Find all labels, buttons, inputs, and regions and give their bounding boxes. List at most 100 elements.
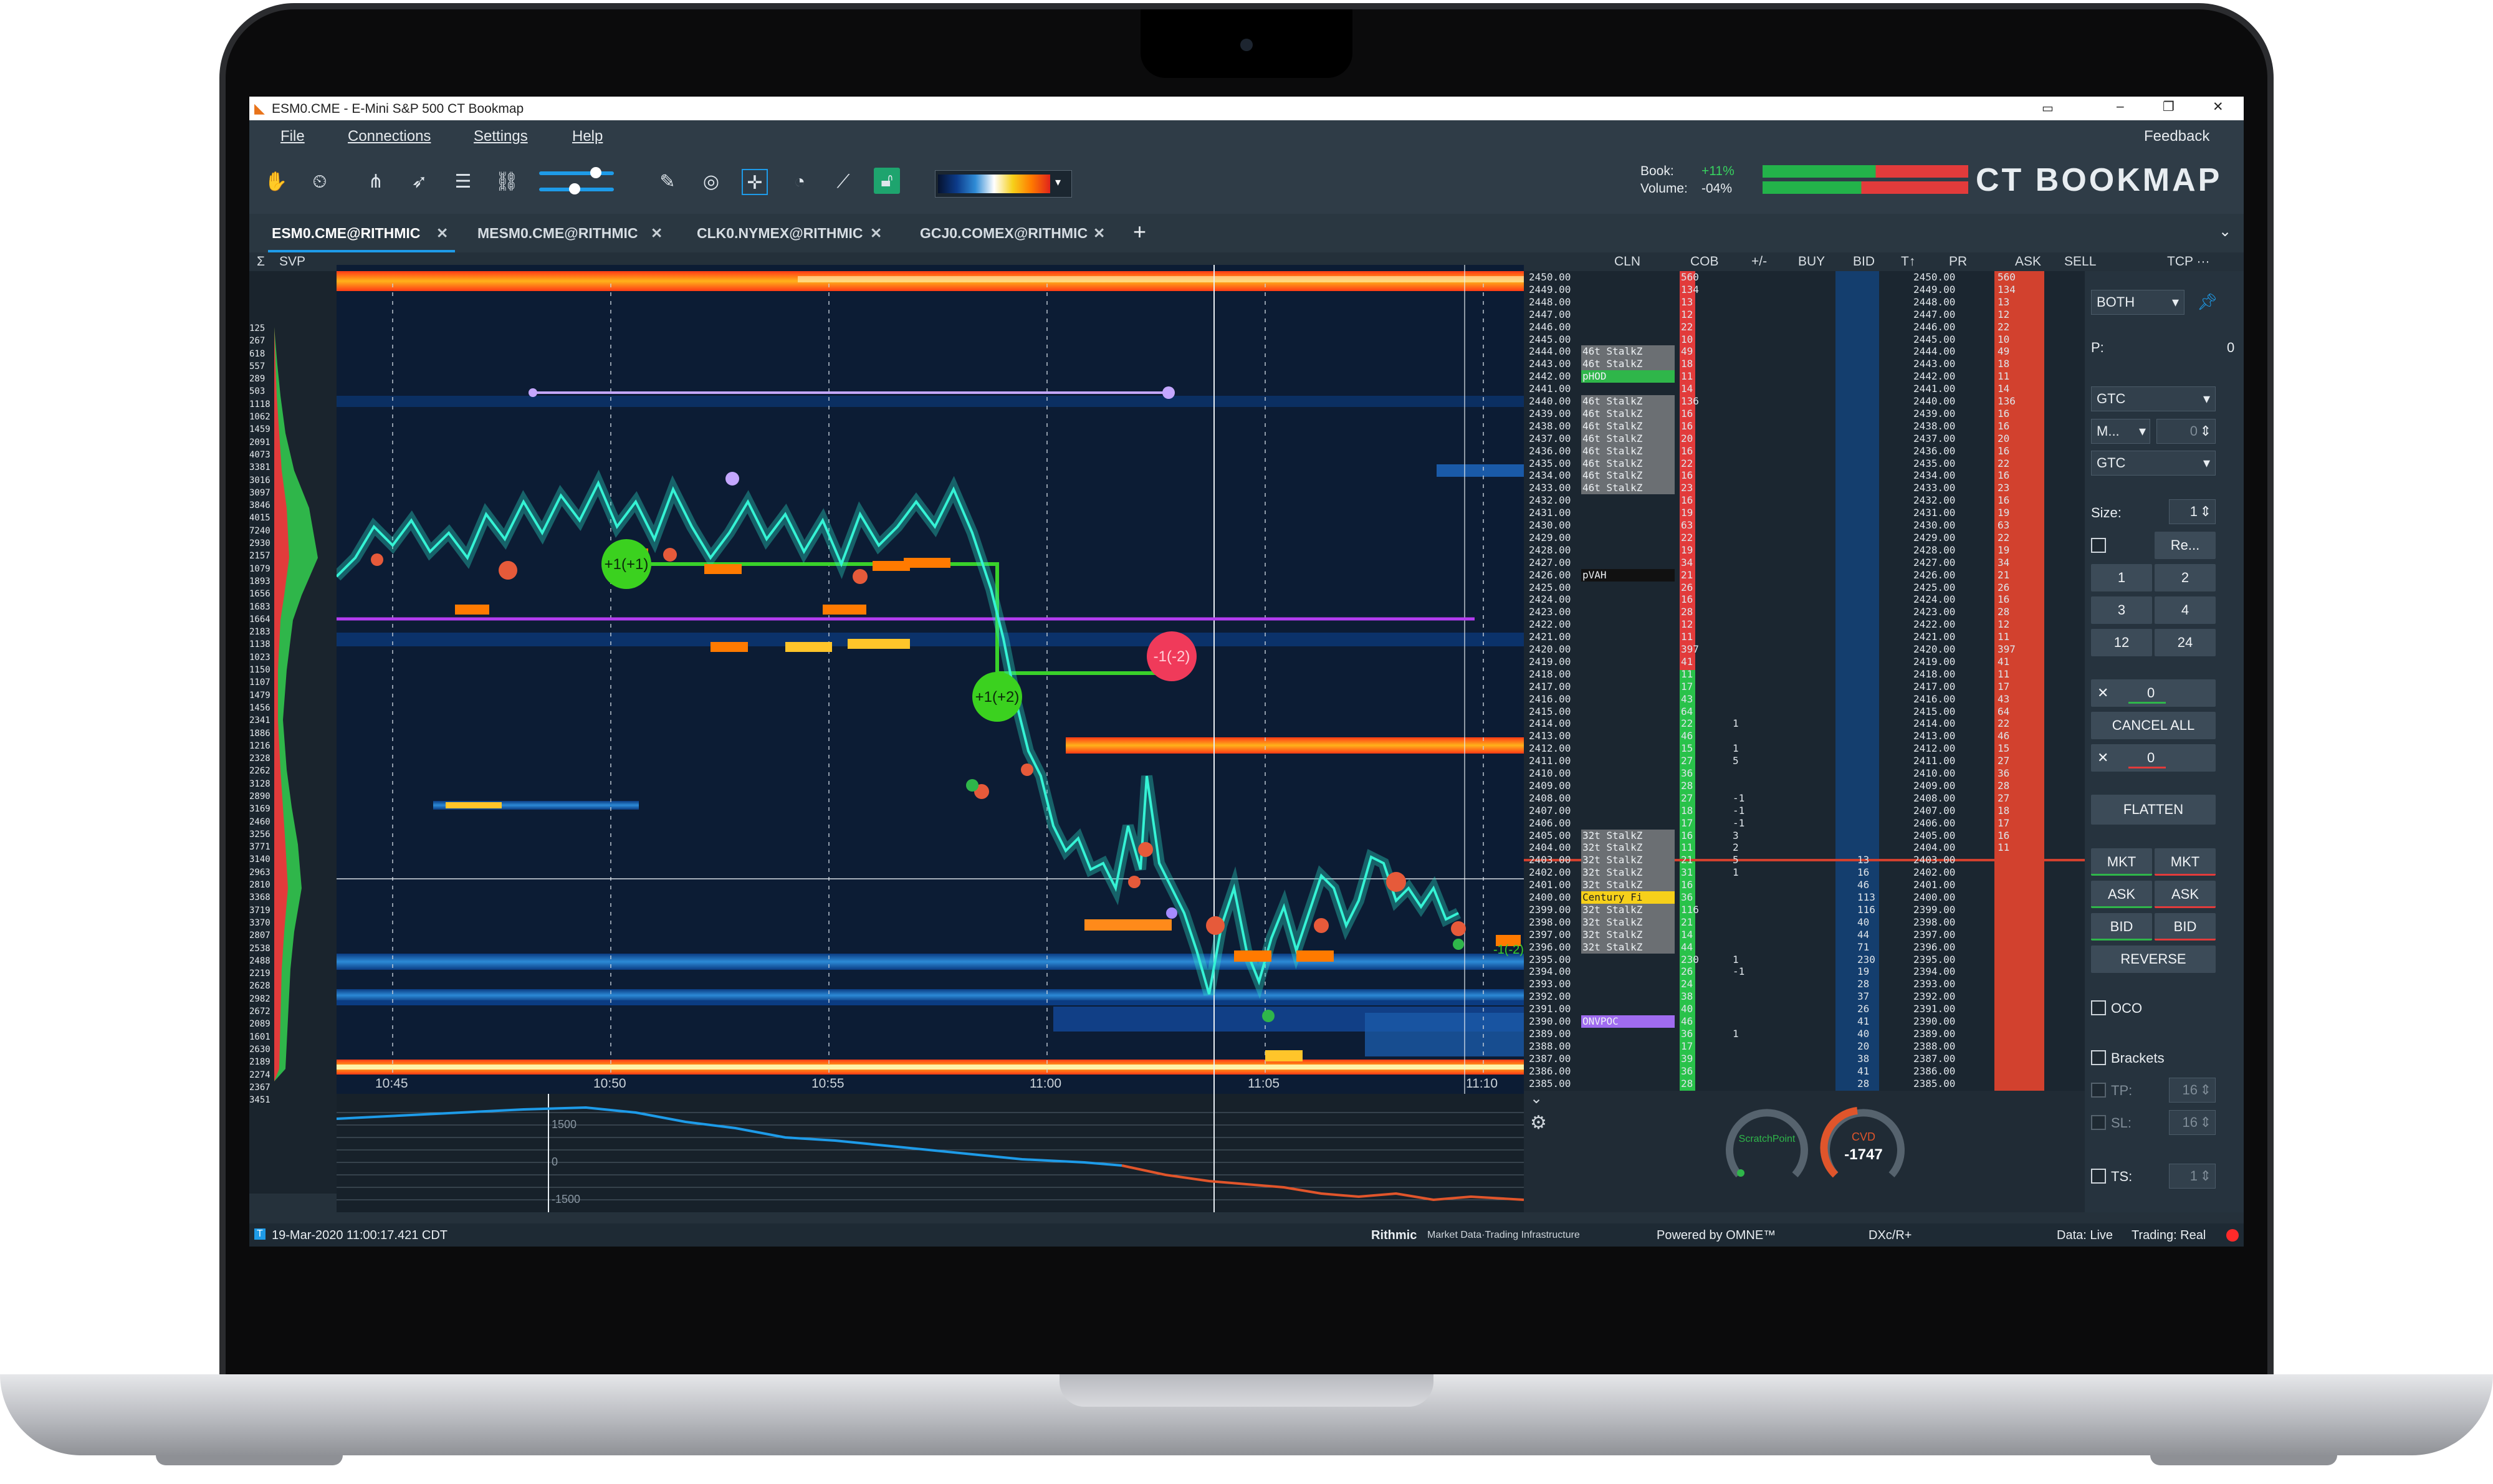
ladder-row[interactable]: 2385.00 28 28 2385.00	[1524, 1078, 2085, 1090]
ladder-row[interactable]: 2437.00 46t StalkZ 20 2437.00 20	[1524, 432, 2085, 445]
price-ladder[interactable]: 2450.00 560 2450.00 560 2449.00 134 2449.00 134…	[1524, 271, 2085, 1091]
tp-checkbox[interactable]	[2091, 1083, 2106, 1098]
close-icon[interactable]: ✕	[651, 214, 663, 252]
ladder-row[interactable]: 2410.00 36 2410.00 36	[1524, 767, 2085, 780]
ladder-row[interactable]: 2420.00 397 2420.00 397	[1524, 643, 2085, 656]
pencil-icon[interactable]: ✎	[654, 169, 681, 195]
add-tab-button[interactable]: +	[1133, 219, 1146, 245]
ladder-row[interactable]: 2417.00 17 2417.00 17	[1524, 681, 2085, 693]
close-icon[interactable]: ✕	[870, 214, 882, 252]
ts-stepper[interactable]: 1 ⇕	[2169, 1164, 2216, 1189]
close-icon[interactable]: ✕	[436, 214, 448, 252]
sl-stepper[interactable]: 16 ⇕	[2169, 1110, 2216, 1135]
ladder-row[interactable]: 2433.00 46t StalkZ 23 2433.00 23	[1524, 482, 2085, 495]
ladder-row[interactable]: 2391.00 40 26 2391.00	[1524, 1003, 2085, 1015]
ladder-row[interactable]: 2409.00 28 2409.00 28	[1524, 780, 2085, 792]
cancel-sell-orders[interactable]: ✕ 0	[2091, 744, 2216, 772]
sl-checkbox[interactable]	[2091, 1115, 2106, 1130]
ladder-row[interactable]: 2424.00 16 2424.00 16	[1524, 593, 2085, 606]
ladder-row[interactable]: 2394.00 26 -1 19 2394.00	[1524, 965, 2085, 978]
flatten-button[interactable]: FLATTEN	[2091, 795, 2216, 825]
ts-checkbox[interactable]	[2091, 1169, 2106, 1184]
cancel-all-button[interactable]: CANCEL ALL	[2091, 712, 2216, 739]
ladder-row[interactable]: 2413.00 46 2413.00 46	[1524, 730, 2085, 742]
ladder-row[interactable]: 2400.00 Century Fi 36 113 2400.00	[1524, 891, 2085, 904]
indicator-icon[interactable]: ⟋	[830, 169, 856, 195]
ladder-row[interactable]: 2390.00 ONVPOC 46 41 2390.00	[1524, 1015, 2085, 1028]
ladder-row[interactable]: 2395.00 230 1 230 2395.00	[1524, 954, 2085, 966]
ladder-row[interactable]: 2442.00 pHOD 11 2442.00 11	[1524, 370, 2085, 383]
reverse-button[interactable]: REVERSE	[2091, 945, 2216, 973]
minimize-button[interactable]: –	[2117, 99, 2124, 114]
ladder-row[interactable]: 2448.00 13 2448.00 13	[1524, 296, 2085, 309]
ladder-row[interactable]: 2434.00 46t StalkZ 16 2434.00 16	[1524, 469, 2085, 482]
ladder-row[interactable]: 2422.00 12 2422.00 12	[1524, 618, 2085, 631]
ladder-row[interactable]: 2432.00 16 2432.00 16	[1524, 494, 2085, 507]
sell-market-button[interactable]: MKT	[2155, 848, 2216, 876]
ladder-row[interactable]: 2439.00 46t StalkZ 16 2439.00 16	[1524, 407, 2085, 420]
ladder-row[interactable]: 2421.00 11 2421.00 11	[1524, 631, 2085, 643]
size-checkbox[interactable]	[2091, 538, 2106, 553]
size-stepper[interactable]: 1 ⇕	[2169, 499, 2216, 524]
ladder-row[interactable]: 2398.00 32t StalkZ 21 40 2398.00	[1524, 916, 2085, 929]
ladder-row[interactable]: 2429.00 22 2429.00 22	[1524, 532, 2085, 544]
buy-bid-button[interactable]: BID	[2091, 913, 2152, 941]
ladder-row[interactable]: 2407.00 18 -1 2407.00 18	[1524, 805, 2085, 817]
cancel-buy-orders[interactable]: ✕ 0	[2091, 679, 2216, 707]
buy-market-button[interactable]: MKT	[2091, 848, 2152, 876]
ladder-row[interactable]: 2449.00 134 2449.00 134	[1524, 284, 2085, 296]
crosshair-icon[interactable]: ✛	[742, 169, 768, 195]
sell-ask-button[interactable]: ASK	[2155, 881, 2216, 908]
qty-3-button[interactable]: 3	[2091, 596, 2152, 624]
ladder-row[interactable]: 2423.00 28 2423.00 28	[1524, 606, 2085, 618]
order-type-select[interactable]: M... ▾	[2091, 419, 2150, 444]
ladder-row[interactable]: 2446.00 22 2446.00 22	[1524, 321, 2085, 333]
ladder-row[interactable]: 2444.00 46t StalkZ 49 2444.00 49	[1524, 345, 2085, 358]
rocket-icon[interactable]: ➶	[406, 169, 433, 195]
menu-help[interactable]: Help	[572, 128, 603, 145]
feedback-link[interactable]: Feedback	[2144, 128, 2209, 145]
ladder-row[interactable]: 2447.00 12 2447.00 12	[1524, 309, 2085, 321]
ladder-row[interactable]: 2406.00 17 -1 2406.00 17	[1524, 817, 2085, 830]
ladder-row[interactable]: 2418.00 11 2418.00 11	[1524, 668, 2085, 681]
ladder-row[interactable]: 2414.00 22 1 2414.00 22	[1524, 717, 2085, 730]
buy-ask-button[interactable]: ASK	[2091, 881, 2152, 908]
sell-bid-button[interactable]: BID	[2155, 913, 2216, 941]
ladder-row[interactable]: 2388.00 17 20 2388.00	[1524, 1040, 2085, 1053]
contrast-sliders[interactable]	[539, 167, 614, 196]
ladder-row[interactable]: 2435.00 46t StalkZ 22 2435.00 22	[1524, 457, 2085, 470]
pin-icon[interactable]: 📌︎	[2197, 292, 2218, 312]
tab-clk0[interactable]: CLK0.NYMEX@RITHMIC ✕	[693, 214, 892, 252]
ladder-row[interactable]: 2386.00 36 41 2386.00	[1524, 1065, 2085, 1078]
maximize-button[interactable]: ❐	[2163, 99, 2175, 115]
qty-4-button[interactable]: 4	[2155, 596, 2216, 624]
color-map-selector[interactable]: ▾	[935, 170, 1072, 198]
ladder-row[interactable]: 2450.00 560 2450.00 560	[1524, 271, 2085, 284]
layers-icon[interactable]: ☰	[450, 169, 476, 195]
ladder-row[interactable]: 2412.00 15 1 2412.00 15	[1524, 742, 2085, 755]
ladder-row[interactable]: 2403.00 32t StalkZ 21 5 13 2403.00	[1524, 854, 2085, 867]
qty-1-button[interactable]: 1	[2091, 564, 2152, 591]
tab-mesm0[interactable]: MESM0.CME@RITHMIC ✕	[474, 214, 673, 252]
ladder-row[interactable]: 2405.00 32t StalkZ 16 3 2405.00 16	[1524, 829, 2085, 842]
qty-24-button[interactable]: 24	[2155, 629, 2216, 656]
clock-settings-icon[interactable]: ⏲	[307, 169, 333, 195]
ladder-row[interactable]: 2396.00 32t StalkZ 44 71 2396.00	[1524, 941, 2085, 954]
ladder-row[interactable]: 2401.00 32t StalkZ 16 46 2401.00	[1524, 879, 2085, 891]
ladder-row[interactable]: 2416.00 43 2416.00 43	[1524, 693, 2085, 706]
menu-file[interactable]: File	[280, 128, 305, 145]
side-select[interactable]: BOTH ▾	[2091, 290, 2184, 315]
chevron-down-icon[interactable]: ⌄	[2219, 223, 2231, 241]
heatmap-chart[interactable]: +1(+1) +1(+2) -1(-2) -1(-2) 1200	[337, 265, 1524, 1194]
ladder-row[interactable]: 2411.00 27 5 2411.00 27	[1524, 755, 2085, 767]
link-icon[interactable]: ⛓	[494, 169, 520, 195]
close-button[interactable]: ✕	[2213, 99, 2224, 115]
tif-select-1[interactable]: GTC ▾	[2091, 386, 2216, 411]
tab-gcj0[interactable]: GCJ0.COMEX@RITHMIC ✕	[916, 214, 1116, 252]
qty-12-button[interactable]: 12	[2091, 629, 2152, 656]
brackets-checkbox[interactable]	[2091, 1050, 2106, 1065]
ladder-row[interactable]: 2399.00 32t StalkZ 116 116 2399.00	[1524, 903, 2085, 916]
cvd-indicator-pane[interactable]: 1500 0 -1500	[337, 1094, 1524, 1212]
ladder-row[interactable]: 2428.00 19 2428.00 19	[1524, 544, 2085, 557]
snap-icon[interactable]: ▭	[2042, 100, 2054, 116]
